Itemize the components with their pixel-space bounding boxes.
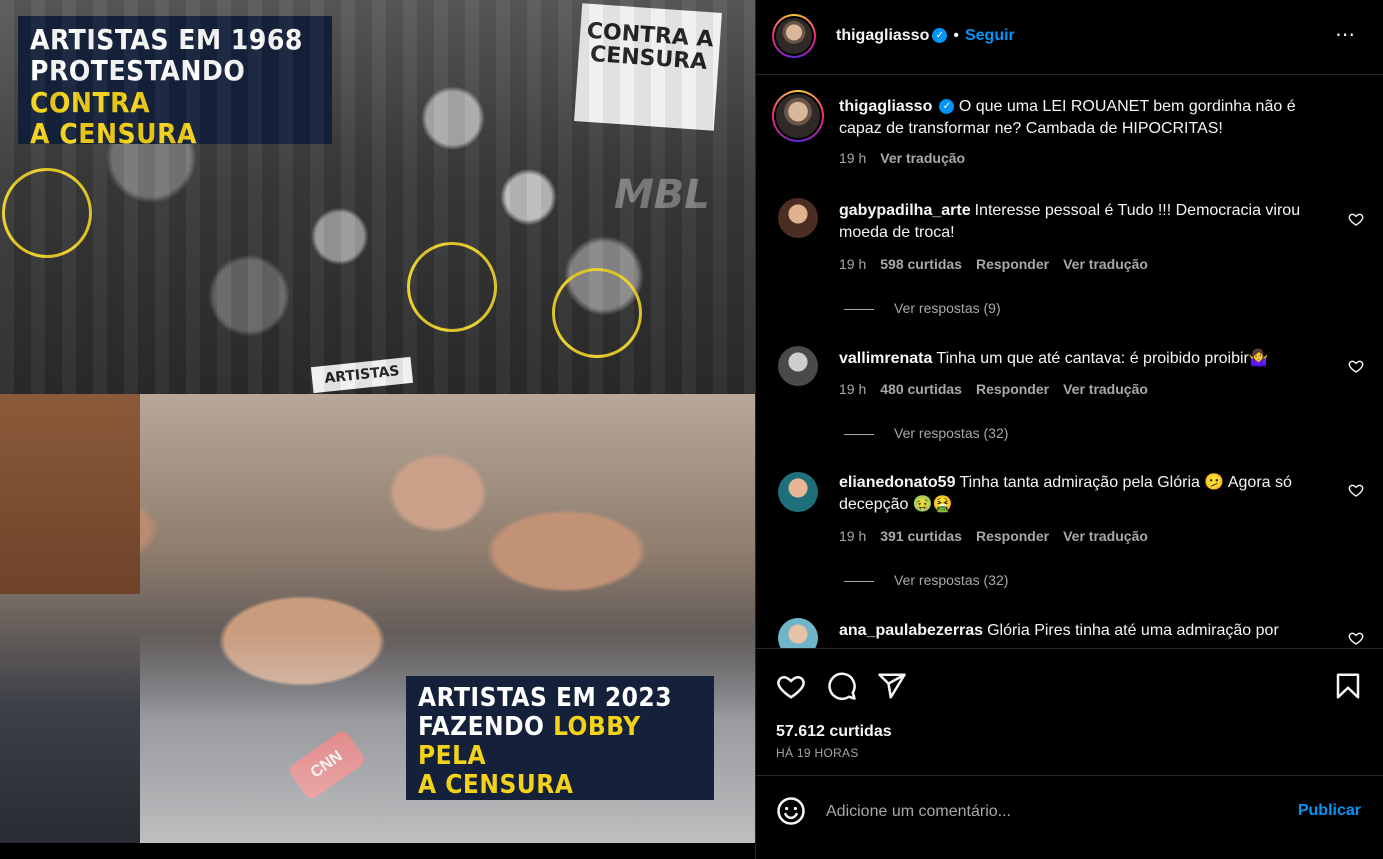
caption: thigagliasso ✓ O que uma LEI ROUANET bem … (756, 76, 1383, 186)
comment-meta: 19 h 598 curtidas Responder Ver tradução (839, 256, 1162, 272)
separator: • (953, 27, 959, 44)
likes-count[interactable]: 391 curtidas (880, 528, 962, 544)
profile-picture (776, 18, 812, 54)
comment-text: Tinha um que até cantava: é proibido pro… (936, 350, 1269, 367)
timestamp[interactable]: 19 h (839, 528, 866, 544)
banner-line: ARTISTAS EM 2023 (418, 683, 672, 713)
verified-badge-icon: ✓ (932, 28, 948, 44)
username-link[interactable]: gabypadilha_arte (839, 202, 971, 219)
comment-body: vallimrenata Tinha um que até cantava: é … (839, 348, 1319, 370)
post-time[interactable]: HÁ 19 HORAS (776, 746, 859, 760)
comment-meta: 19 h 391 curtidas Responder Ver tradução (839, 528, 1162, 544)
username-link[interactable]: thigagliasso (839, 98, 932, 115)
comment: vallimrenata Tinha um que até cantava: é … (756, 336, 1383, 472)
highlight-circle (552, 268, 642, 358)
comment-meta: 19 h 480 curtidas Responder Ver tradução (839, 381, 1162, 397)
more-options-icon[interactable]: ⋯ (1335, 22, 1356, 47)
comment-icon[interactable] (827, 671, 857, 701)
view-replies-button[interactable]: Ver respostas (9) (844, 300, 1001, 316)
profile-picture (776, 94, 820, 138)
avatar[interactable] (778, 346, 818, 386)
microphone-logo: CNN (286, 728, 368, 802)
comment-body: elianedonato59 Tinha tanta admiração pela… (839, 472, 1319, 516)
avatar[interactable] (778, 472, 818, 512)
banner-line: FAZENDO LOBBY PELA (418, 712, 641, 772)
likes-count[interactable]: 480 curtidas (880, 381, 962, 397)
comment-input[interactable] (826, 798, 1266, 826)
timestamp[interactable]: 19 h (839, 381, 866, 397)
follow-button[interactable]: Seguir (965, 27, 1015, 44)
header-user-line: thigagliasso ✓ • Seguir (836, 27, 1015, 45)
username-link[interactable]: vallimrenata (839, 350, 932, 367)
likes-count[interactable]: 598 curtidas (880, 256, 962, 272)
emoji-icon[interactable] (776, 796, 806, 826)
banner-2023: ARTISTAS EM 2023 FAZENDO LOBBY PELA A CE… (406, 676, 714, 800)
banner-line: PROTESTANDO CONTRA (30, 54, 246, 119)
comment-body: gabypadilha_arte Interesse pessoal é Tudo… (839, 200, 1319, 244)
heart-icon[interactable] (776, 671, 806, 701)
watermark: MBL (614, 172, 710, 218)
comment: gabypadilha_arte Interesse pessoal é Tudo… (756, 188, 1383, 326)
photo-1968-protest: CONTRA A CENSURA ARTISTAS MBL ARTISTAS E… (0, 0, 755, 394)
timestamp[interactable]: 19 h (839, 150, 866, 166)
like-comment-heart-icon[interactable] (1348, 482, 1364, 498)
avatar[interactable] (772, 14, 816, 58)
banner-line: A CENSURA (418, 770, 574, 801)
reply-button[interactable]: Responder (976, 256, 1049, 272)
comment-body: ana_paulabezerras Glória Pires tinha até … (839, 620, 1319, 642)
post-header: thigagliasso ✓ • Seguir ⋯ (756, 0, 1383, 75)
avatar[interactable] (778, 618, 818, 648)
like-comment-heart-icon[interactable] (1348, 211, 1364, 227)
banner-1968: ARTISTAS EM 1968 PROTESTANDO CONTRA A CE… (18, 16, 332, 149)
reply-button[interactable]: Responder (976, 528, 1049, 544)
comment: ana_paulabezerras Glória Pires tinha até … (756, 608, 1383, 648)
comment-text: Glória Pires tinha até uma admiração por (987, 622, 1279, 639)
timestamp[interactable]: 19 h (839, 256, 866, 272)
protest-sign-small: ARTISTAS (310, 356, 414, 394)
username-link[interactable]: ana_paulabezerras (839, 622, 983, 639)
comment: elianedonato59 Tinha tanta admiração pela… (756, 460, 1383, 598)
translate-link[interactable]: Ver tradução (1063, 528, 1148, 544)
add-comment-bar: Publicar (756, 775, 1383, 859)
highlight-circle (407, 242, 497, 332)
translate-link[interactable]: Ver tradução (1063, 381, 1148, 397)
post-media[interactable]: CONTRA A CENSURA ARTISTAS MBL ARTISTAS E… (0, 0, 755, 843)
username-link[interactable]: thigagliasso (836, 27, 929, 44)
view-replies-button[interactable]: Ver respostas (32) (844, 572, 1008, 588)
username-link[interactable]: elianedonato59 (839, 474, 955, 491)
post-side-panel: thigagliasso ✓ • Seguir ⋯ thigagliasso ✓ O q… (755, 0, 1383, 859)
reply-button[interactable]: Responder (976, 381, 1049, 397)
bookmark-icon[interactable] (1333, 671, 1363, 701)
post-actions: 57.612 curtidas HÁ 19 HORAS (756, 648, 1383, 775)
protest-sign: CONTRA A CENSURA (574, 3, 722, 131)
view-replies-button[interactable]: Ver respostas (32) (844, 425, 1008, 441)
comments-list[interactable]: thigagliasso ✓ O que uma LEI ROUANET bem … (756, 76, 1383, 648)
highlight-circle (2, 168, 92, 258)
like-comment-heart-icon[interactable] (1348, 630, 1364, 646)
publish-button[interactable]: Publicar (1298, 802, 1361, 820)
share-icon[interactable] (877, 671, 907, 701)
caption-text: thigagliasso ✓ O que uma LEI ROUANET bem … (839, 96, 1319, 140)
like-comment-heart-icon[interactable] (1348, 358, 1364, 374)
comment-meta: 19 h Ver tradução (839, 150, 979, 166)
likes-count[interactable]: 57.612 curtidas (776, 723, 892, 741)
verified-badge-icon: ✓ (939, 99, 955, 115)
avatar[interactable] (778, 198, 818, 238)
translate-link[interactable]: Ver tradução (880, 150, 965, 166)
banner-line: A CENSURA (30, 117, 198, 151)
banner-line: ARTISTAS EM 1968 (30, 23, 303, 56)
avatar[interactable] (772, 90, 824, 142)
translate-link[interactable]: Ver tradução (1063, 256, 1148, 272)
